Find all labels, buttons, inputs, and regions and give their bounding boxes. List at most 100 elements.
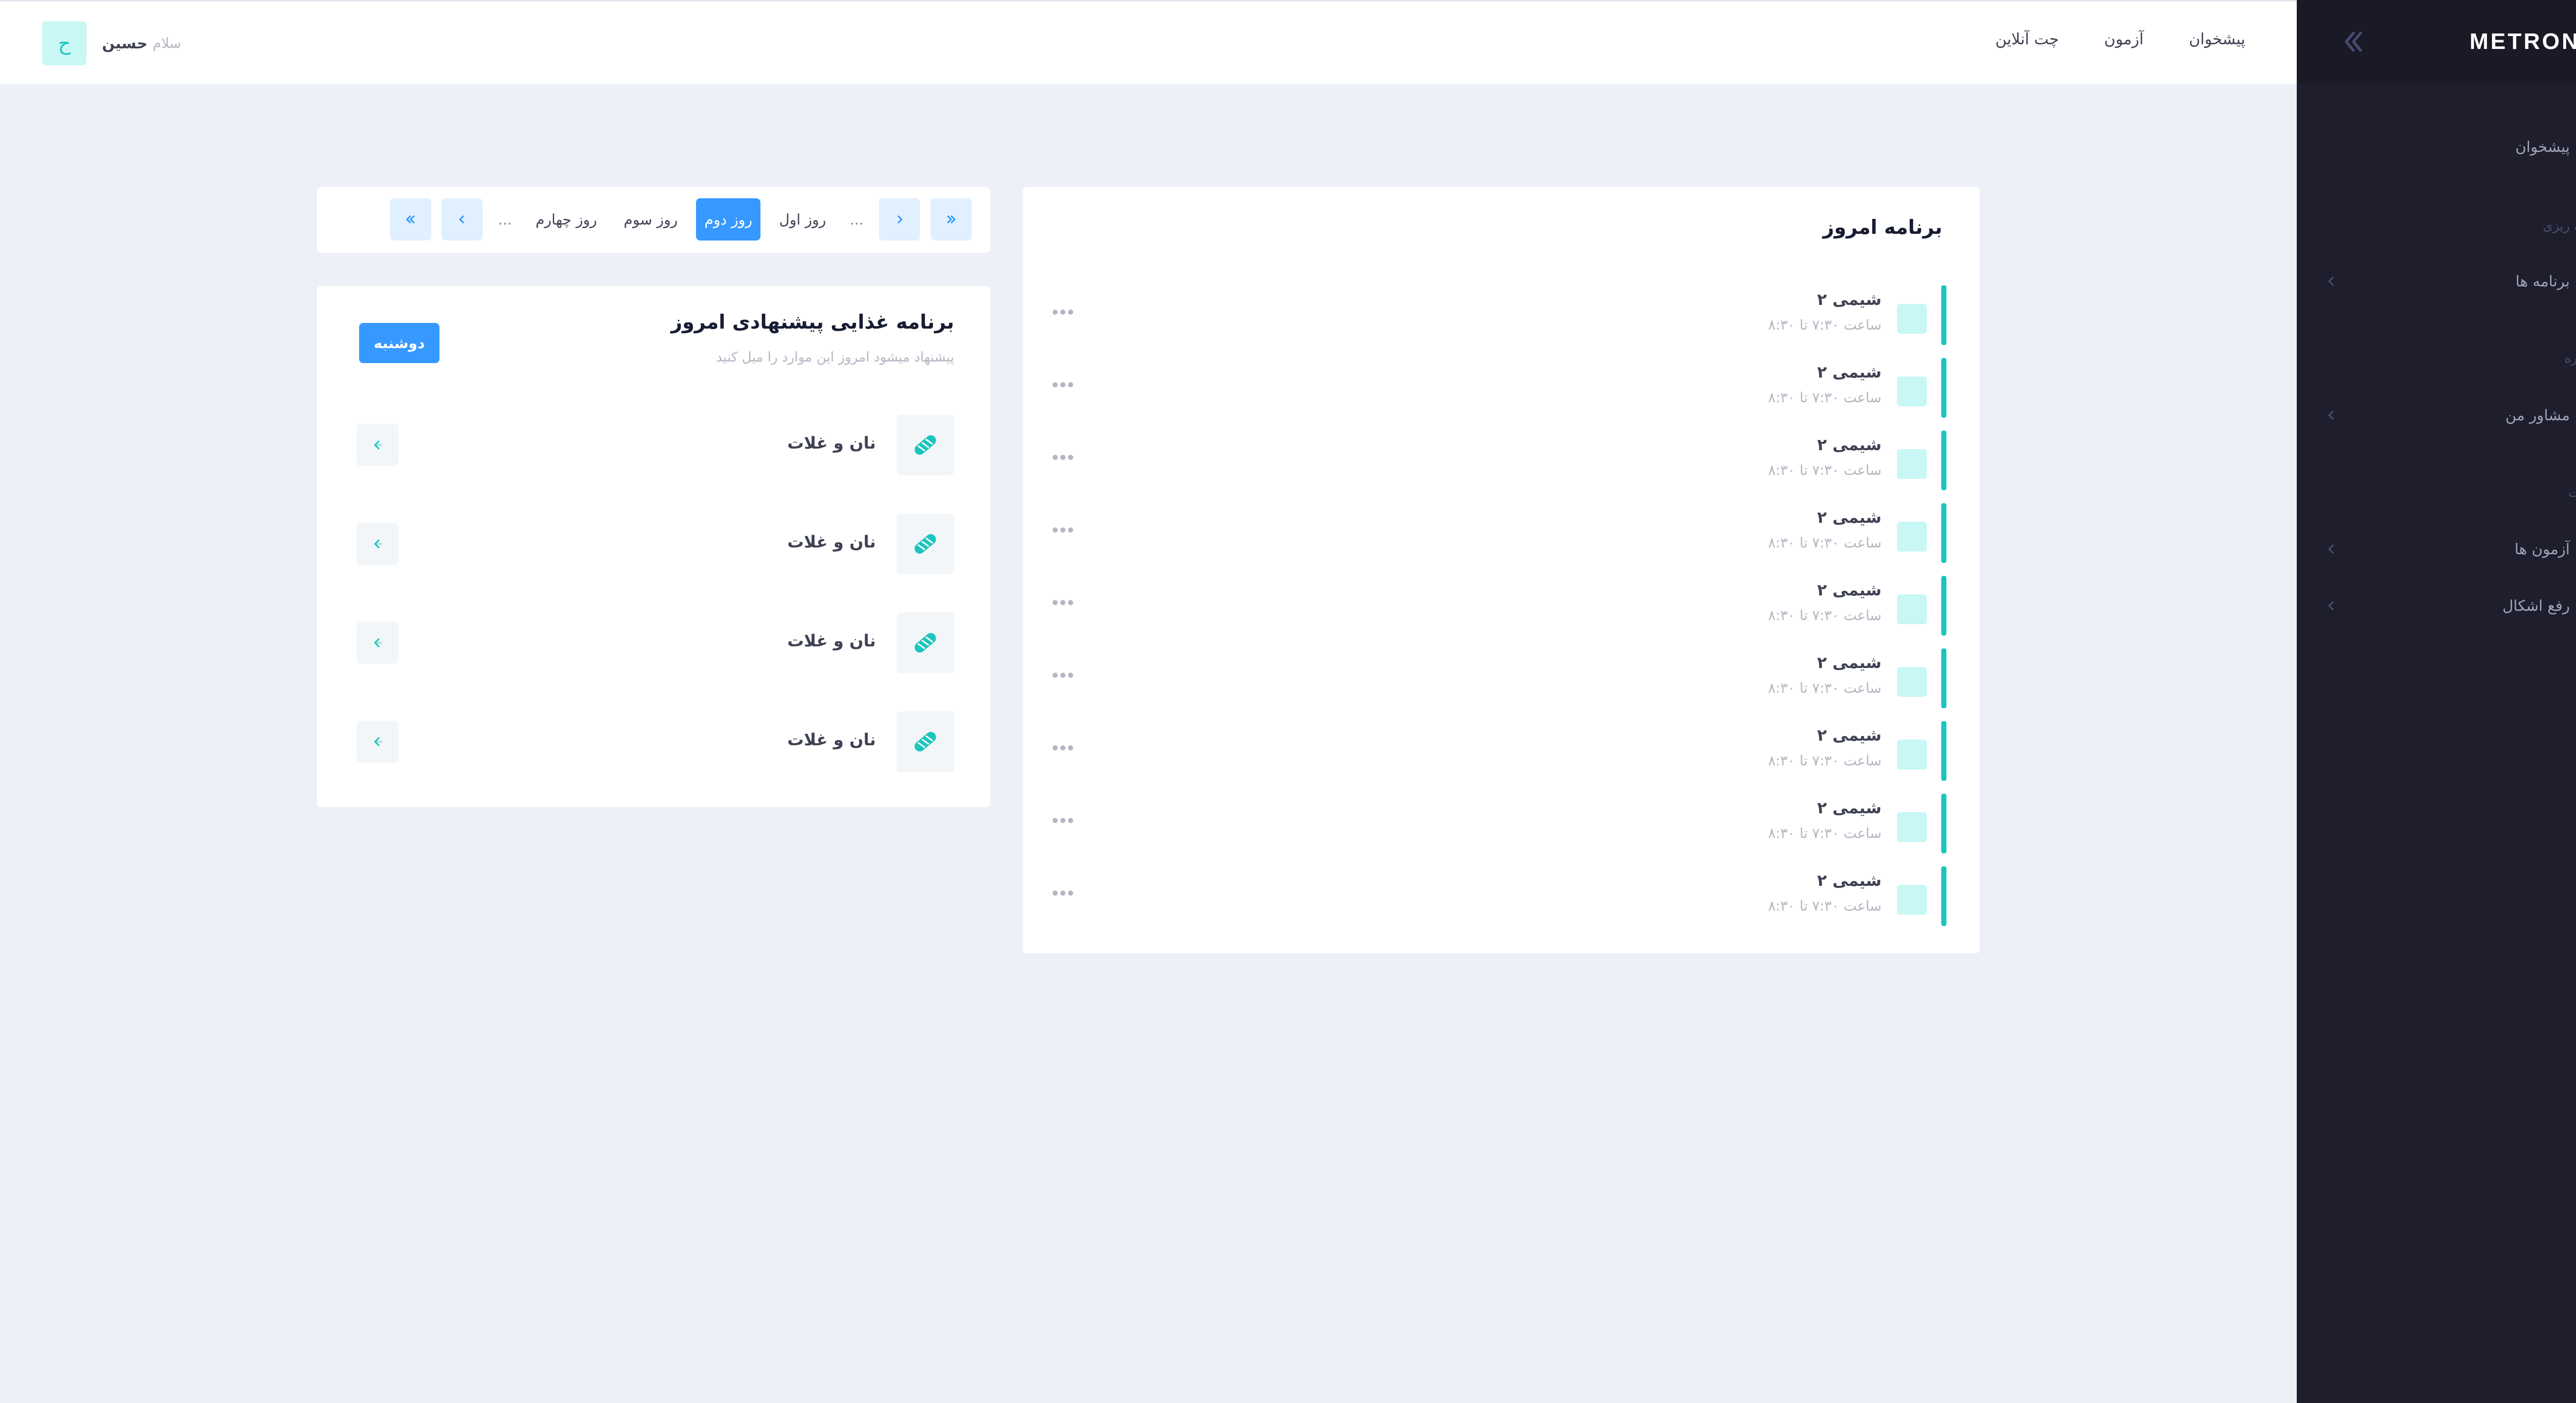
header-nav: پیشخوان آزمون چت آنلاین	[1995, 30, 2245, 48]
nav-exam-link[interactable]: آزمون	[2104, 30, 2143, 48]
bread-icon	[896, 514, 954, 574]
weekday-button[interactable]: دوشنبه	[359, 323, 439, 363]
sidebar-item-troubleshoot[interactable]: رفع اشکال	[2319, 590, 2576, 621]
top-header: پیشخوان آزمون چت آنلاین ح حسین سلام	[0, 0, 2297, 84]
meal-plan-card: برنامه غذایی پیشنهادی امروز پیشنهاد میشو…	[317, 286, 990, 807]
sidebar-item-exams[interactable]: آزمون ها	[2319, 534, 2576, 564]
meal-item: نان و غلات	[357, 711, 954, 773]
schedule-item-accent-bar	[1941, 503, 1946, 563]
sidebar-item-label: مشاور من	[2505, 406, 2570, 424]
schedule-item-checkbox[interactable]	[1897, 740, 1927, 769]
schedule-item[interactable]: شیمی ۲ ساعت ۷:۳۰ تا ۸:۳۰	[1050, 285, 1946, 352]
sidebar-item-label: رفع اشکال	[2502, 597, 2570, 614]
more-options-icon[interactable]	[1050, 452, 1076, 463]
meal-item: نان و غلات	[357, 612, 954, 674]
schedule-item[interactable]: شیمی ۲ ساعت ۷:۳۰ تا ۸:۳۰	[1050, 794, 1946, 861]
meal-item-open-button[interactable]	[357, 622, 399, 664]
schedule-item-title: شیمی ۲	[1817, 654, 1882, 672]
meal-item-open-button[interactable]	[357, 523, 399, 565]
card-subtitle: پیشنهاد میشود امروز این موارد را میل کنی…	[716, 350, 954, 365]
next-page-button[interactable]	[441, 198, 483, 241]
schedule-item[interactable]: شیمی ۲ ساعت ۷:۳۰ تا ۸:۳۰	[1050, 648, 1946, 715]
chevron-left-icon	[2325, 273, 2338, 289]
more-options-icon[interactable]	[1050, 597, 1076, 608]
sidebar-item-label: پیشخوان	[2515, 138, 2570, 156]
more-options-icon[interactable]	[1050, 743, 1076, 753]
schedule-item[interactable]: شیمی ۲ ساعت ۷:۳۰ تا ۸:۳۰	[1050, 431, 1946, 498]
double-chevron-left-icon	[405, 215, 415, 224]
sidebar-section-title: برنامه ریزی	[2543, 218, 2576, 233]
schedule-item[interactable]: شیمی ۲ ساعت ۷:۳۰ تا ۸:۳۰	[1050, 503, 1946, 570]
schedule-item-time: ساعت ۷:۳۰ تا ۸:۳۰	[1768, 463, 1882, 478]
meal-item: نان و غلات	[357, 514, 954, 575]
schedule-item-checkbox[interactable]	[1897, 377, 1927, 406]
schedule-item-checkbox[interactable]	[1897, 812, 1927, 842]
schedule-item-time: ساعت ۷:۳۰ تا ۸:۳۰	[1768, 753, 1882, 769]
schedule-item-title: شیمی ۲	[1817, 436, 1882, 454]
schedule-item-checkbox[interactable]	[1897, 667, 1927, 697]
schedule-item-checkbox[interactable]	[1897, 522, 1927, 552]
sidebar-item-dashboard[interactable]: پیشخوان	[2319, 131, 2576, 162]
bread-icon	[896, 711, 954, 772]
meal-item-open-button[interactable]	[357, 424, 399, 466]
schedule-item-accent-bar	[1941, 285, 1946, 345]
schedule-item-time: ساعت ۷:۳۰ تا ۸:۳۰	[1768, 680, 1882, 696]
more-options-icon[interactable]	[1050, 888, 1076, 898]
day-tab[interactable]: روز چهارم	[528, 198, 605, 241]
chevron-left-icon	[2325, 541, 2338, 557]
arrow-left-icon	[374, 539, 382, 549]
last-page-button[interactable]	[389, 198, 431, 241]
schedule-item[interactable]: شیمی ۲ ساعت ۷:۳۰ تا ۸:۳۰	[1050, 576, 1946, 643]
arrow-left-icon	[374, 440, 382, 450]
sidebar: METRONIC پیشخوان برنامه ریزی برنامه ها م…	[2297, 0, 2576, 1403]
more-options-icon[interactable]	[1050, 307, 1076, 317]
meal-item-open-button[interactable]	[357, 721, 399, 763]
schedule-item-checkbox[interactable]	[1897, 885, 1927, 915]
avatar[interactable]: ح	[42, 21, 87, 65]
day-tab-active[interactable]: روز دوم	[696, 198, 761, 241]
schedule-item-checkbox[interactable]	[1897, 594, 1927, 624]
more-options-icon[interactable]	[1050, 380, 1076, 390]
nav-online-chat-link[interactable]: چت آنلاین	[1995, 30, 2059, 48]
user-name: حسین	[102, 35, 148, 52]
schedule-item[interactable]: شیمی ۲ ساعت ۷:۳۰ تا ۸:۳۰	[1050, 721, 1946, 788]
prev-page-button[interactable]	[879, 198, 920, 241]
schedule-item[interactable]: شیمی ۲ ساعت ۷:۳۰ تا ۸:۳۰	[1050, 866, 1946, 933]
arrow-left-icon	[374, 638, 382, 648]
sidebar-toggle-icon[interactable]	[2338, 29, 2367, 55]
schedule-item[interactable]: شیمی ۲ ساعت ۷:۳۰ تا ۸:۳۰	[1050, 358, 1946, 425]
schedule-item-title: شیمی ۲	[1817, 508, 1882, 527]
more-options-icon[interactable]	[1050, 815, 1076, 826]
more-options-icon[interactable]	[1050, 525, 1076, 535]
day-tab[interactable]: روز اول	[771, 198, 834, 241]
meal-item-label: نان و غلات	[787, 730, 876, 749]
schedule-item-checkbox[interactable]	[1897, 304, 1927, 334]
schedule-item-time: ساعت ۷:۳۰ تا ۸:۳۰	[1768, 608, 1882, 624]
sidebar-item-label: برنامه ها	[2515, 272, 2570, 290]
day-tab[interactable]: روز سوم	[616, 198, 686, 241]
schedule-item-title: شیمی ۲	[1817, 581, 1882, 600]
sidebar-item-advisor[interactable]: مشاور من	[2319, 400, 2576, 431]
greeting-text: سلام	[152, 35, 181, 52]
first-page-button[interactable]	[930, 198, 972, 241]
double-chevron-right-icon	[946, 215, 956, 224]
meal-item-label: نان و غلات	[787, 433, 876, 453]
chevron-left-icon	[459, 215, 464, 224]
schedule-item-accent-bar	[1941, 866, 1946, 926]
chevron-left-icon	[2325, 597, 2338, 614]
today-schedule-card: برنامه امروز شیمی ۲ ساعت ۷:۳۰ تا ۸:۳۰ شیمی…	[1023, 187, 1979, 953]
schedule-item-title: شیمی ۲	[1817, 363, 1882, 382]
schedule-item-time: ساعت ۷:۳۰ تا ۸:۳۰	[1768, 898, 1882, 914]
pager-ellipsis: ...	[850, 211, 863, 228]
more-options-icon[interactable]	[1050, 670, 1076, 680]
chevron-right-icon	[897, 215, 903, 224]
schedule-item-checkbox[interactable]	[1897, 449, 1927, 479]
card-title: برنامه غذایی پیشنهادی امروز	[671, 311, 954, 333]
schedule-item-time: ساعت ۷:۳۰ تا ۸:۳۰	[1768, 317, 1882, 333]
bread-icon	[896, 415, 954, 475]
meal-item-label: نان و غلات	[787, 631, 876, 651]
nav-dashboard-link[interactable]: پیشخوان	[2189, 30, 2245, 48]
sidebar-item-programs[interactable]: برنامه ها	[2319, 266, 2576, 297]
user-menu[interactable]: ح حسین سلام	[42, 21, 181, 65]
schedule-item-accent-bar	[1941, 576, 1946, 636]
